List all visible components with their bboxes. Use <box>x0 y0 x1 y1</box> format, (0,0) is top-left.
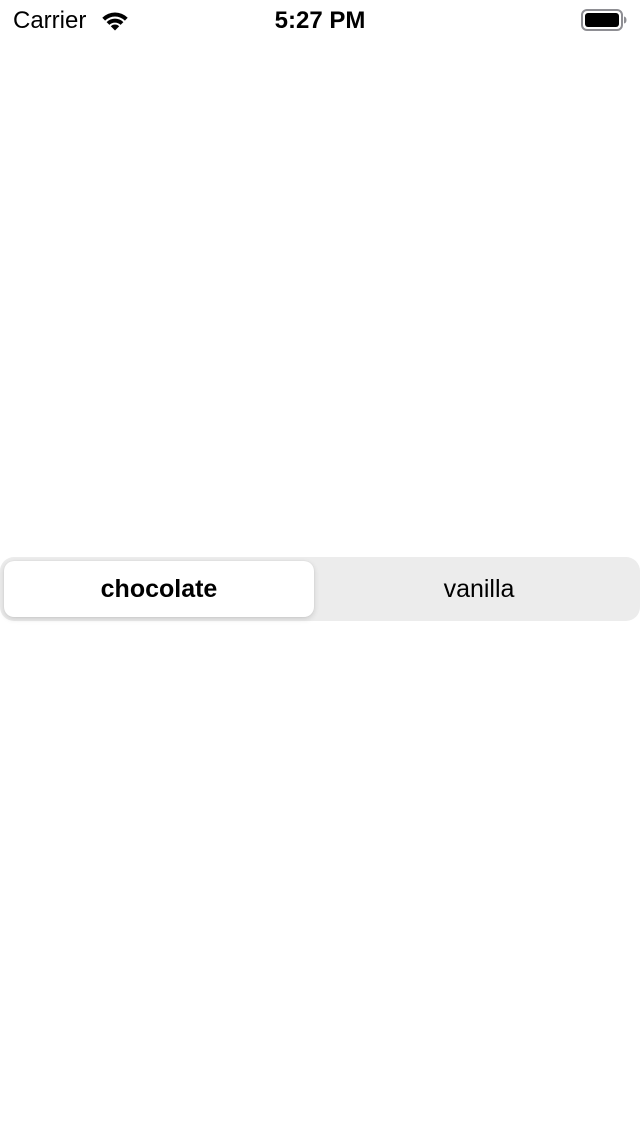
status-time: 5:27 PM <box>274 7 366 34</box>
segment-chocolate-label: chocolate <box>100 574 218 603</box>
segment-vanilla[interactable]: vanilla <box>318 557 640 621</box>
status-bar: Carrier 5:27 PM <box>0 0 640 40</box>
battery-full-icon <box>581 9 627 31</box>
app-screen: Carrier 5:27 PM chocolate vanilla <box>0 0 640 1136</box>
flavor-segmented-control: chocolate vanilla <box>0 557 640 621</box>
segment-vanilla-label: vanilla <box>443 574 515 603</box>
segment-chocolate[interactable]: chocolate <box>0 557 318 621</box>
